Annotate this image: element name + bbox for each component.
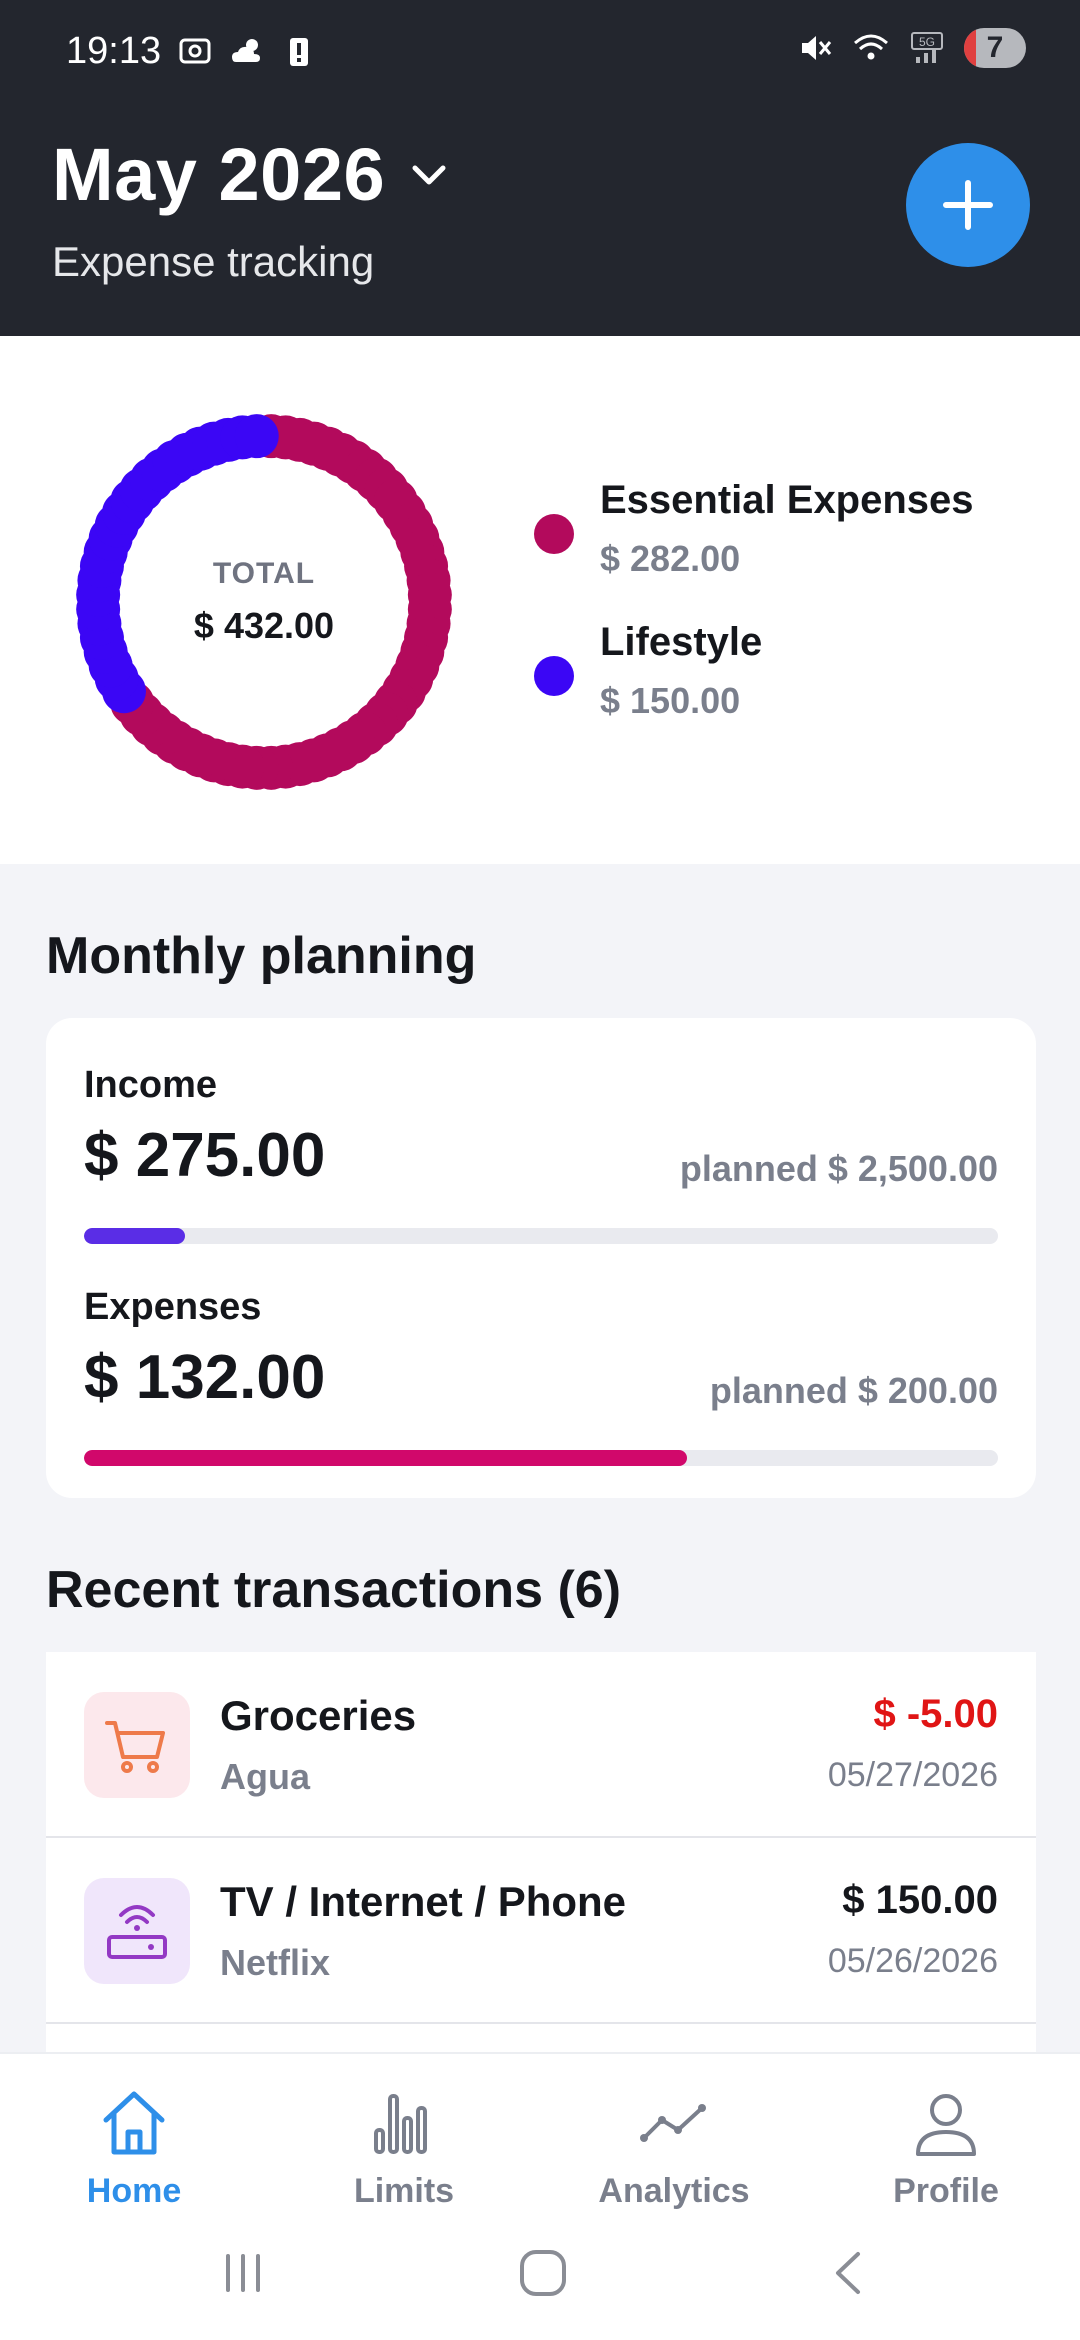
transaction-description: Netflix [220,1942,331,1983]
transaction-amount: $ -5.00 [873,1692,998,1736]
nav-profile[interactable]: Profile [846,2084,1046,2234]
transaction-category: Groceries [220,1692,417,1739]
expenses-block: Expenses $ 132.00 planned $ 200.00 [84,1286,998,1466]
legend-dot-lifestyle [534,656,574,696]
spending-donut-chart[interactable]: TOTAL $ 432.00 [66,404,462,800]
expenses-progress-fill [84,1450,688,1466]
income-progress-bar [84,1228,998,1244]
home-icon [103,2091,165,2155]
status-time: 19:13 [66,30,162,72]
transaction-amount: $ 150.00 [842,1878,998,1922]
back-icon[interactable] [824,2248,874,2298]
legend-value: $ 150.00 [600,680,741,721]
recent-transactions-title: Recent transactions (6) [46,1561,622,1619]
home-system-icon[interactable] [516,2246,570,2300]
category-icon-tile [84,1692,190,1798]
spending-summary: TOTAL $ 432.00 Essential Expenses $ 282.… [0,336,1080,864]
donut-total-label: TOTAL [212,557,316,590]
legend-value: $ 282.00 [600,538,741,579]
transaction-list: Groceries Agua $ -5.00 05/27/2026 TV / I… [46,1652,1036,2064]
battery-level: 7 [986,31,1004,64]
income-block: Income $ 275.00 planned $ 2,500.00 [84,1064,998,1244]
add-transaction-button[interactable] [906,143,1030,267]
battery-indicator: 7 [964,28,1026,68]
chevron-down-icon [412,165,446,184]
app-header: 19:13 5G 7 May 2026 Expense tracking [0,0,1080,336]
bar-chart-icon [374,2094,427,2154]
expenses-planned: planned $ 200.00 [709,1370,998,1411]
income-planned: planned $ 2,500.00 [679,1148,998,1189]
donut-total-value: $ 432.00 [193,605,335,646]
month-title: May 2026 [52,133,386,216]
category-icon-tile [84,1878,190,1984]
transaction-description: Agua [220,1756,310,1797]
income-progress-fill [84,1228,185,1244]
expenses-label: Expenses [84,1286,262,1328]
status-icons-right: 5G 7 [796,28,1026,68]
router-icon [107,1905,167,1959]
expenses-progress-bar [84,1450,998,1466]
month-selector[interactable]: May 2026 [52,132,451,217]
nav-analytics[interactable]: Analytics [574,2084,774,2234]
mute-icon [802,36,832,60]
nav-limits-label: Limits [353,2172,455,2210]
recent-apps-icon[interactable] [218,2248,268,2298]
monthly-planning-card[interactable]: Income $ 275.00 planned $ 2,500.00 Expen… [46,1018,1036,1498]
income-label: Income [84,1064,218,1106]
expenses-amount: $ 132.00 [84,1343,326,1412]
battery-alert-icon [290,38,308,66]
monthly-planning-title: Monthly planning [46,927,477,985]
nav-limits[interactable]: Limits [304,2084,504,2234]
wifi-icon [854,34,888,60]
nav-home-label: Home [86,2172,182,2210]
transaction-date: 05/26/2026 [827,1942,998,1980]
page-subtitle: Expense tracking [52,238,375,285]
nav-analytics-label: Analytics [598,2172,750,2210]
svg-text:5G: 5G [919,35,935,49]
system-navigation-bar [0,2220,1080,2320]
plus-icon [943,180,993,230]
line-chart-icon [640,2104,706,2142]
transaction-category: TV / Internet / Phone [220,1878,627,1925]
legend-name: Lifestyle [600,620,763,664]
income-amount: $ 275.00 [84,1121,326,1190]
status-bar: 19:13 5G 7 [0,0,1080,100]
donut-center: TOTAL $ 432.00 [66,404,462,800]
legend-name: Essential Expenses [600,478,974,522]
legend-dot-essential [534,514,574,554]
transaction-row[interactable]: Groceries Agua $ -5.00 05/27/2026 [46,1652,1036,1838]
transaction-row[interactable]: TV / Internet / Phone Netflix $ 150.00 0… [46,1838,1036,2024]
transaction-date: 05/27/2026 [827,1756,998,1794]
nav-profile-label: Profile [893,2172,999,2210]
nav-home[interactable]: Home [34,2084,234,2234]
status-icons-left [176,32,318,70]
shopping-cart-icon [105,1721,165,1773]
signal-5g-icon: 5G [911,32,943,63]
user-icon [916,2094,976,2156]
screenshot-icon [179,38,211,64]
weather-icon [232,39,260,62]
